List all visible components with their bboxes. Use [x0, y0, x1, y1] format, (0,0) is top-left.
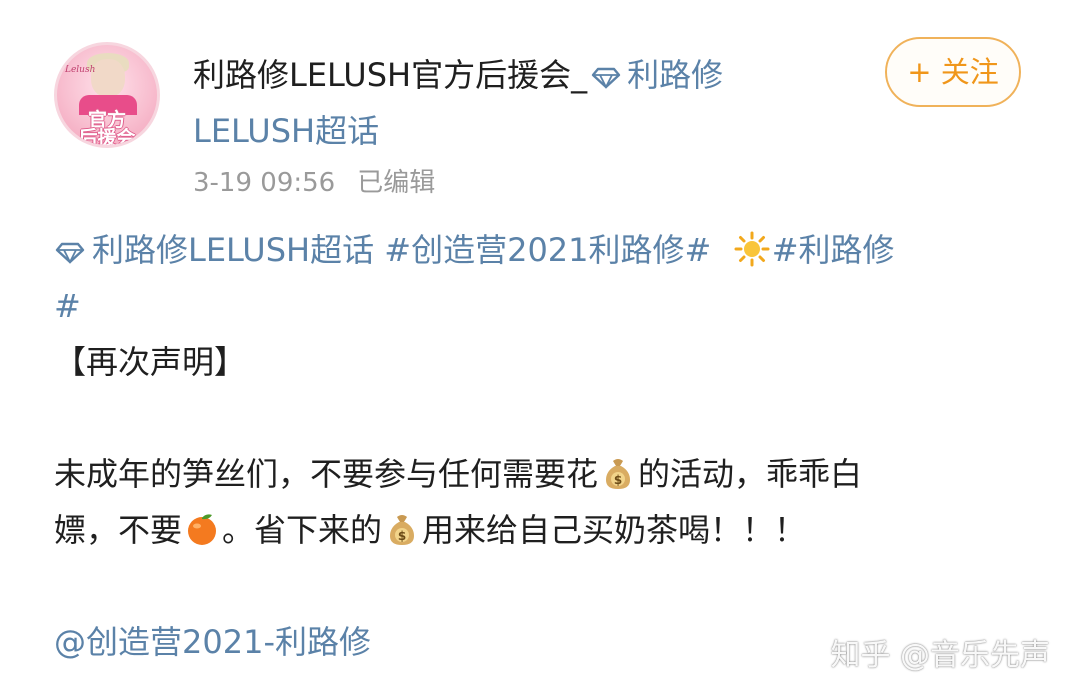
avatar-signature: Lelush — [65, 65, 96, 75]
avatar-face — [91, 59, 125, 97]
supertopic-tag[interactable]: 利路修LELUSH超话 — [54, 231, 374, 269]
sun-emoji — [734, 231, 770, 267]
post-header: 利路修LELUSH官方后援会_ 利路修 LELUSH超话 — [193, 47, 853, 159]
follow-button[interactable]: + 关注 — [885, 37, 1021, 107]
watermark: 知乎 @音乐先声 — [830, 638, 1050, 673]
tangerine-emoji — [188, 514, 217, 545]
post-text: 未成年的笋丝们，不要参与任何需要花 — [54, 455, 599, 493]
avatar-text-line2: 后援会 — [78, 127, 136, 148]
post-text: 。省下来的 — [222, 511, 383, 549]
post-text: 用来给自己买奶茶喝！！！ — [422, 511, 807, 549]
post-body: 利路修LELUSH超话 #创造营2021利路修# #利路修 # 【再次声明】 未成… — [54, 222, 1024, 670]
svg-text:$: $ — [614, 473, 622, 487]
supertopic-name: 利路修 — [627, 56, 724, 94]
post-meta: 3-19 09:56 已编辑 — [193, 162, 435, 199]
edited-label[interactable]: 已编辑 — [357, 168, 435, 198]
hashtag-link[interactable]: #利路修 — [772, 231, 895, 269]
post-tags: 利路修LELUSH超话 #创造营2021利路修# #利路修 # — [54, 222, 1024, 334]
username[interactable]: 利路修LELUSH官方后援会_ — [193, 56, 587, 94]
supertopic-tag-label: 利路修LELUSH超话 — [92, 231, 375, 269]
money-bag-emoji: $ — [606, 459, 631, 489]
svg-text:$: $ — [398, 529, 406, 543]
diamond-icon — [591, 67, 621, 89]
diamond-icon — [55, 242, 85, 264]
supertopic-name-line2: LELUSH超话 — [193, 112, 380, 150]
post-text: 的活动，乖乖白 — [638, 455, 863, 493]
hashtag-link-end[interactable]: # — [54, 287, 81, 325]
post-heading: 【再次声明】 — [54, 343, 247, 381]
avatar[interactable]: Lelush 官方 后援会 — [54, 42, 160, 148]
hashtag-link[interactable]: #创造营2021利路修# — [384, 231, 711, 269]
post-paragraph: 未成年的笋丝们，不要参与任何需要花 $ 的活动，乖乖白嫖，不要 。省下来的 $ 用来给自己… — [54, 446, 1024, 558]
post-time: 3-19 09:56 — [193, 168, 336, 198]
post-text: 嫖，不要 — [54, 511, 183, 549]
money-bag-emoji: $ — [390, 515, 415, 545]
avatar-badge-text: 官方 后援会 — [57, 111, 157, 148]
